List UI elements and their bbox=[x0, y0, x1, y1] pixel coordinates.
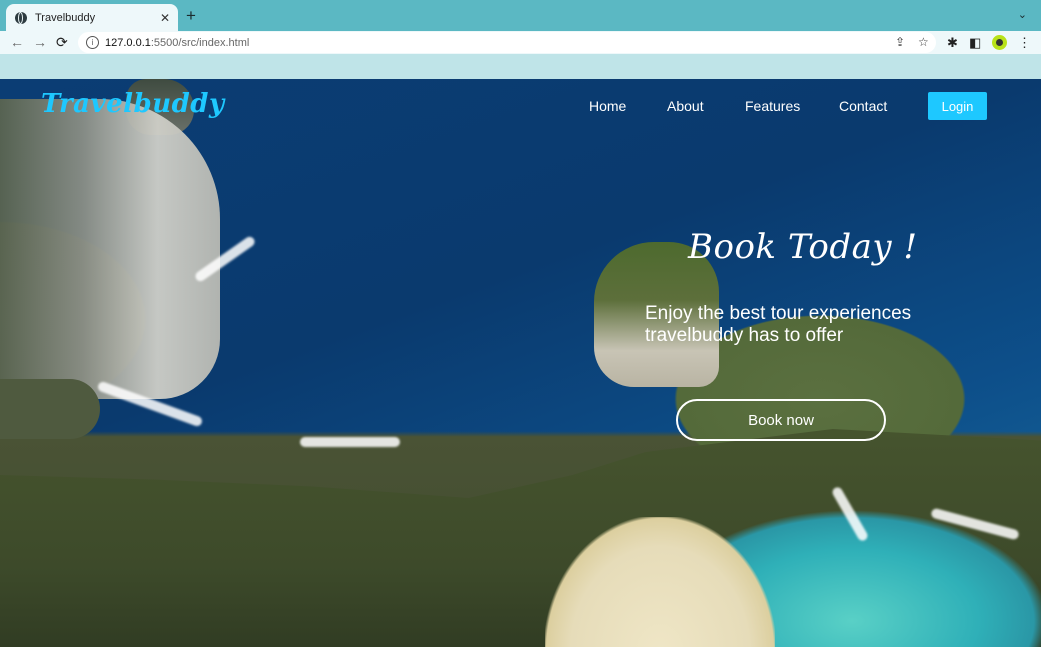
url-path: :5500/src/index.html bbox=[150, 36, 250, 49]
bookmark-star-icon[interactable]: ☆ bbox=[918, 35, 929, 49]
hero-subtitle: Enjoy the best tour experiences travelbu… bbox=[645, 303, 912, 346]
nav-about[interactable]: About bbox=[667, 98, 704, 114]
background-foam bbox=[300, 437, 400, 447]
new-tab-button[interactable]: + bbox=[186, 6, 196, 26]
login-button[interactable]: Login bbox=[928, 92, 987, 120]
book-now-button[interactable]: Book now bbox=[676, 399, 886, 441]
globe-icon bbox=[15, 11, 27, 24]
nav-home[interactable]: Home bbox=[589, 98, 626, 114]
chevron-down-icon[interactable]: ⌄ bbox=[1018, 8, 1027, 21]
share-icon[interactable]: ⇪ bbox=[895, 35, 905, 49]
tab-title: Travelbuddy bbox=[35, 11, 96, 24]
hero-section: Travelbuddy Home About Features Contact … bbox=[0, 79, 1041, 647]
tab-bar: Travelbuddy ✕ + ⌄ bbox=[0, 0, 1041, 31]
nav-contact[interactable]: Contact bbox=[839, 98, 887, 114]
browser-tab[interactable]: Travelbuddy ✕ bbox=[6, 4, 178, 31]
background-beach bbox=[545, 517, 775, 647]
browser-toolbar: ← → ⟳ i 127.0.0.1:5500/src/index.html ⇪ … bbox=[0, 31, 1041, 54]
close-icon[interactable]: ✕ bbox=[160, 11, 170, 25]
background-cliff bbox=[0, 99, 220, 399]
profile-avatar[interactable] bbox=[992, 35, 1007, 50]
extensions-icon[interactable]: ✱ bbox=[947, 35, 958, 51]
reload-icon[interactable]: ⟳ bbox=[56, 34, 68, 50]
nav-features[interactable]: Features bbox=[745, 98, 800, 114]
background-cliff-lower bbox=[0, 379, 100, 439]
forward-icon[interactable]: → bbox=[33, 34, 47, 50]
side-panel-icon[interactable]: ◧ bbox=[969, 35, 981, 51]
menu-icon[interactable]: ⋮ bbox=[1018, 35, 1031, 51]
site-logo[interactable]: Travelbuddy bbox=[41, 89, 225, 119]
url-host: 127.0.0.1 bbox=[105, 36, 151, 49]
bookmarks-bar bbox=[0, 54, 1041, 79]
back-icon[interactable]: ← bbox=[10, 34, 24, 50]
address-bar[interactable]: i 127.0.0.1:5500/src/index.html bbox=[78, 32, 936, 53]
url-text[interactable]: 127.0.0.1:5500/src/index.html bbox=[105, 37, 249, 49]
info-icon[interactable]: i bbox=[86, 36, 99, 49]
hero-title: Book Today ! bbox=[688, 227, 918, 267]
